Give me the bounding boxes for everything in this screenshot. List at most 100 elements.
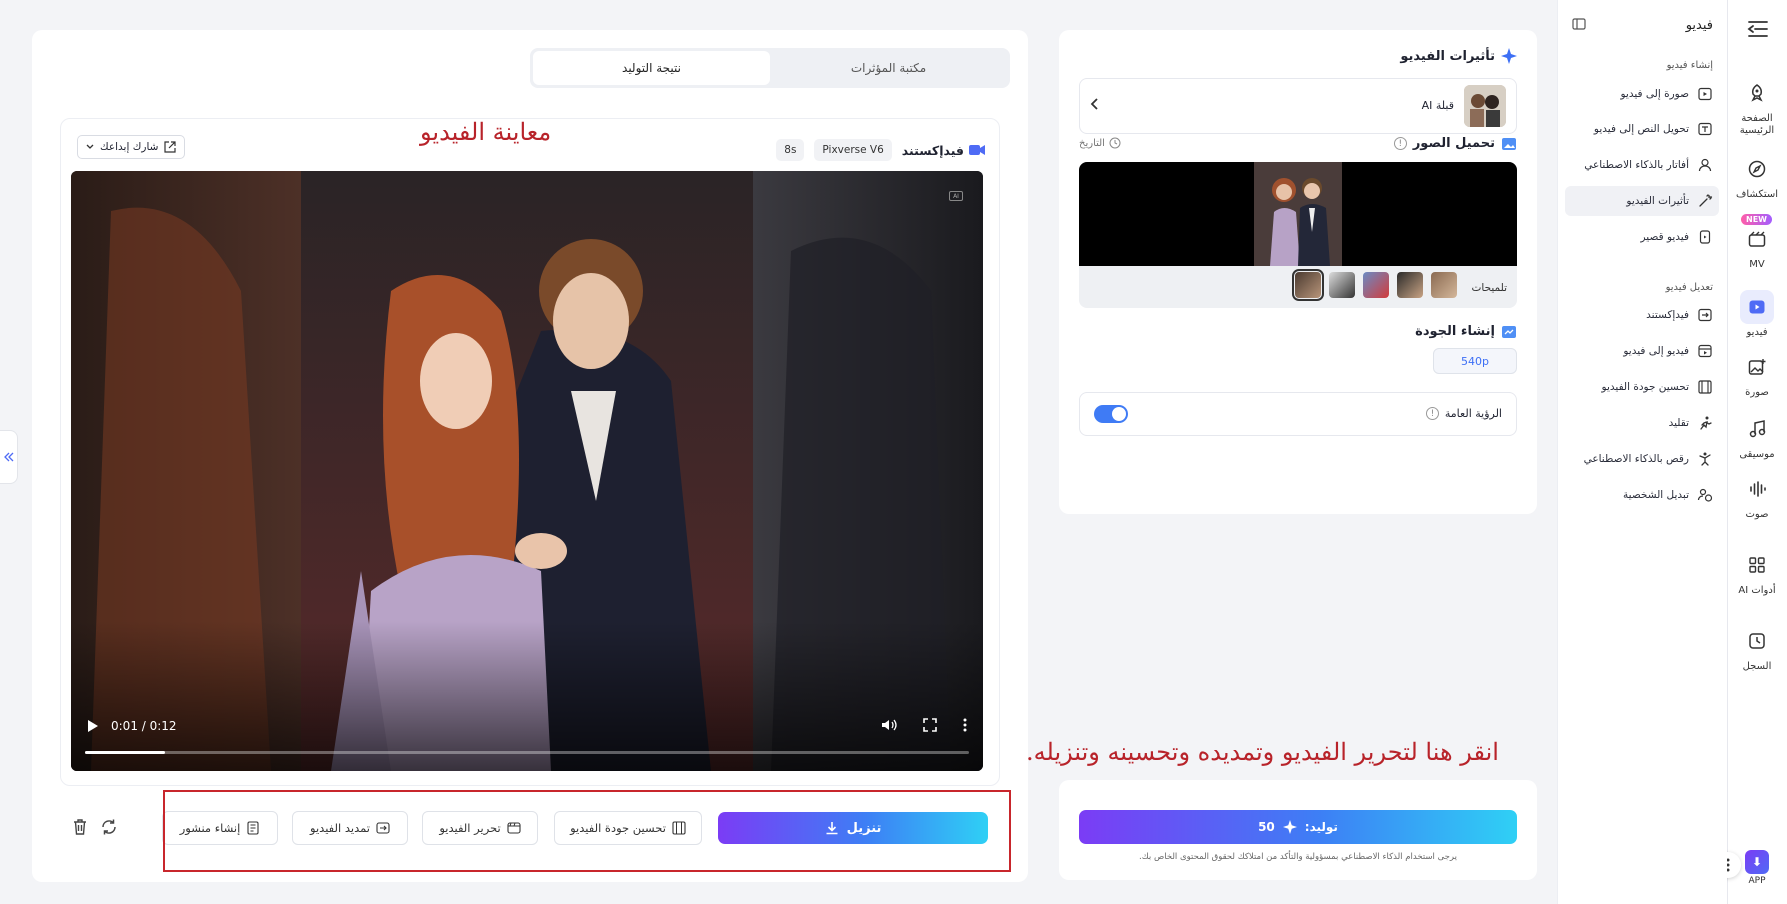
menu-item-video-effects[interactable]: تأثيرات الفيديو: [1565, 186, 1719, 216]
menu-item-label: فيديو إلى فيديو: [1623, 345, 1689, 357]
video-controls-left: 0:01 / 0:12: [87, 719, 177, 733]
uploaded-image-preview: [1079, 162, 1517, 266]
new-badge: NEW: [1741, 214, 1772, 226]
rail-item-explore[interactable]: استكشاف: [1727, 152, 1787, 201]
menu-item-label: تحسين جودة الفيديو: [1601, 381, 1689, 393]
running-icon: [1700, 416, 1712, 430]
delete-icon[interactable]: [72, 818, 88, 836]
public-visibility-row: الرؤية العامة !: [1079, 392, 1517, 436]
hint-thumbnail[interactable]: [1431, 272, 1457, 298]
ai-watermark-icon: AI: [949, 191, 963, 201]
rail-item-ai-tools[interactable]: أدوات AI: [1727, 548, 1787, 597]
tab-generation-result[interactable]: نتيجة التوليد: [533, 51, 770, 85]
rail-item-image[interactable]: صورة: [1727, 350, 1787, 399]
quality-title-text: إنشاء الجودة: [1415, 324, 1495, 339]
tab-effects-library[interactable]: مكتبة المؤثرات: [770, 51, 1007, 85]
result-title: فيدإكستند: [902, 143, 985, 158]
more-vertical-icon[interactable]: [963, 718, 967, 732]
menu-item-avatar[interactable]: أفاتار بالذكاء الاصطناعي: [1565, 150, 1719, 180]
rail-label: أدوات AI: [1738, 585, 1776, 596]
play-icon[interactable]: [87, 719, 99, 733]
menu-item-text-to-video[interactable]: تحويل النص إلى فيديو: [1565, 114, 1719, 144]
effect-selector[interactable]: قبلة AI: [1079, 78, 1517, 134]
rail-item-music[interactable]: موسيقى: [1727, 412, 1787, 461]
result-header: فيدإكستند Pixverse V6 8s: [776, 139, 985, 161]
menu-item-mimic[interactable]: تقليد: [1565, 408, 1719, 438]
image-icon: [1740, 350, 1774, 384]
video-player[interactable]: AI 0:01 / 0:12: [71, 171, 983, 771]
quality-section-title: إنشاء الجودة: [1415, 324, 1517, 339]
toggle-sidebar-icon[interactable]: [1747, 20, 1769, 38]
history-link[interactable]: التاريخ: [1079, 137, 1121, 149]
share-button[interactable]: شارك إبداعك: [77, 135, 186, 159]
volume-icon[interactable]: [881, 717, 897, 733]
result-area: مكتبة المؤثرات نتيجة التوليد فيدإكستند P…: [32, 30, 1028, 882]
app-download[interactable]: ⬇ APP: [1737, 850, 1777, 886]
rail-item-mv[interactable]: NEW MV: [1727, 214, 1787, 271]
annotation-highlight-box: [163, 790, 1011, 872]
rail-item-history[interactable]: السجل: [1727, 624, 1787, 673]
menu-item-label: تحويل النص إلى فيديو: [1593, 123, 1689, 135]
rail-label: صوت: [1745, 509, 1769, 520]
menu-item-label: فيديو قصير: [1640, 231, 1689, 243]
info-icon[interactable]: !: [1425, 407, 1439, 420]
annotation-preview: معاينة الفيديو: [420, 118, 552, 146]
sparkle-icon: [1282, 820, 1297, 834]
rail-label: السجل: [1742, 661, 1772, 672]
regenerate-icon[interactable]: [100, 818, 118, 836]
rail-label: MV: [1749, 259, 1765, 270]
effect-thumbnail: [1464, 85, 1506, 127]
rail-item-sound[interactable]: صوت: [1727, 472, 1787, 521]
menu-item-label: صورة إلى فيديو: [1620, 88, 1689, 100]
clock-icon: [1109, 137, 1121, 149]
rail-item-video[interactable]: فيديو: [1727, 290, 1787, 339]
chevron-down-icon: [86, 144, 94, 149]
video-to-video-icon: [1698, 344, 1712, 358]
menu-item-label: تقليد: [1668, 417, 1689, 429]
short-video-icon: [1699, 230, 1711, 244]
rail-item-home[interactable]: الصفحة الرئيسية: [1727, 76, 1787, 136]
hint-thumbnails: [1292, 269, 1457, 301]
app-label: APP: [1748, 876, 1766, 886]
menu-item-video-to-video[interactable]: فيديو إلى فيديو: [1565, 336, 1719, 366]
menu-item-short-video[interactable]: فيديو قصير: [1565, 222, 1719, 252]
fullscreen-icon[interactable]: [923, 718, 937, 732]
public-label-text: الرؤية العامة: [1444, 407, 1502, 420]
video-menu: فيديو إنشاء فيديو صورة إلى فيديو تحويل ا…: [1557, 0, 1727, 904]
menu-item-upscale[interactable]: تحسين جودة الفيديو: [1565, 372, 1719, 402]
rail-label: فيديو: [1746, 327, 1768, 338]
image-to-video-icon: [1698, 87, 1712, 101]
uploaded-couple-image: [1254, 162, 1342, 266]
generate-cost: 50: [1258, 820, 1275, 834]
menu-item-label: تأثيرات الفيديو: [1626, 195, 1689, 207]
menu-section-create: إنشاء فيديو: [1666, 60, 1713, 71]
app-logo-icon: ⬇: [1745, 850, 1769, 874]
public-visibility-toggle[interactable]: [1094, 405, 1128, 423]
hint-thumbnail[interactable]: [1329, 272, 1355, 298]
hint-thumbnail[interactable]: [1363, 272, 1389, 298]
effects-settings-panel: تأثيرات الفيديو قبلة AI تحميل الصور ! ال…: [1059, 30, 1537, 514]
rail-label: صورة: [1745, 387, 1769, 398]
disclaimer-text: يرجى استخدام الذكاء الاصطناعي بمسؤولية و…: [1139, 852, 1457, 862]
collapse-panel-icon[interactable]: [1572, 18, 1586, 30]
menu-title: فيديو: [1685, 18, 1713, 33]
swap-person-icon: [1697, 488, 1713, 502]
upload-area[interactable]: تلميحات: [1079, 162, 1517, 308]
annotation-hint: انقر هنا لتحرير الفيديو وتمديده وتحسينه …: [1026, 738, 1499, 766]
menu-item-ai-dance[interactable]: رقص بالذكاء الاصطناعي: [1565, 444, 1719, 474]
generate-button[interactable]: توليد: 50: [1079, 810, 1517, 844]
menu-item-swap-person[interactable]: تبديل الشخصية: [1565, 480, 1719, 510]
result-title-text: فيدإكستند: [901, 142, 964, 158]
menu-item-image-to-video[interactable]: صورة إلى فيديو: [1565, 79, 1719, 109]
menu-item-vidextend[interactable]: فيدإكستند: [1565, 300, 1719, 330]
upload-section-title: تحميل الصور !: [1393, 136, 1517, 151]
hint-thumbnail[interactable]: [1397, 272, 1423, 298]
video-icon: [1740, 290, 1774, 324]
info-icon[interactable]: !: [1393, 137, 1407, 150]
expand-left-panel-button[interactable]: [0, 430, 18, 484]
quality-option-540p[interactable]: 540p: [1433, 348, 1517, 374]
hint-thumbnail-selected[interactable]: [1292, 269, 1324, 301]
share-label: شارك إبداعك: [100, 141, 159, 153]
video-progress-bar[interactable]: [85, 751, 969, 754]
effects-title-text: تأثيرات الفيديو: [1400, 48, 1495, 64]
